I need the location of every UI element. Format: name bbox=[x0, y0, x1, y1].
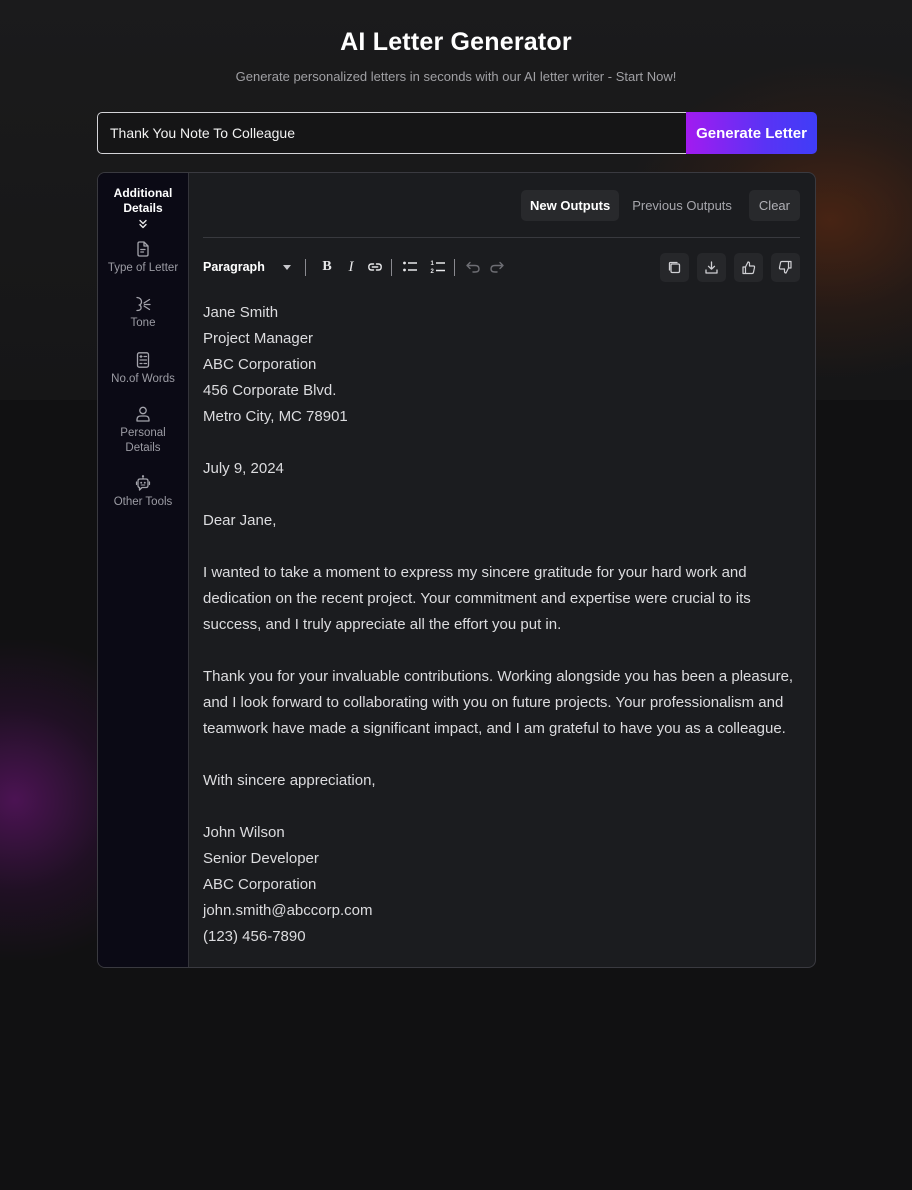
bold-button[interactable]: B bbox=[315, 255, 339, 279]
recipient-title: Project Manager bbox=[203, 330, 314, 347]
output-tabs: New Outputs Previous Outputs Clear bbox=[521, 190, 800, 221]
divider bbox=[203, 237, 800, 238]
toolbar-separator bbox=[454, 258, 455, 276]
body-paragraph-2-line-1: Thank you for your invaluable contributi… bbox=[203, 668, 794, 685]
sender-name: John Wilson bbox=[203, 824, 285, 841]
undo-button[interactable] bbox=[461, 255, 485, 279]
sidebar-heading-line1: Additional bbox=[113, 186, 173, 200]
block-type-select[interactable]: Paragraph bbox=[203, 260, 295, 274]
sidebar-heading[interactable]: Additional Details bbox=[114, 186, 173, 216]
page-title: AI Letter Generator bbox=[340, 28, 572, 56]
bold-icon: B bbox=[322, 259, 332, 274]
generated-letter[interactable]: Jane Smith Project Manager ABC Corporati… bbox=[203, 300, 803, 950]
body-paragraph-1-line-3: success, and I truly appreciate all the … bbox=[203, 616, 562, 633]
prompt-bar: Generate Letter bbox=[97, 112, 817, 154]
body-paragraph-1-line-1: I wanted to take a moment to express my … bbox=[203, 564, 747, 581]
sidebar-item-label: No.of Words bbox=[111, 373, 175, 385]
generate-letter-button[interactable]: Generate Letter bbox=[686, 112, 817, 154]
tone-icon bbox=[136, 296, 151, 312]
download-button[interactable] bbox=[697, 252, 726, 282]
undo-icon bbox=[466, 261, 480, 273]
additional-details-sidebar: Additional Details Type of Letter Tone N… bbox=[98, 173, 189, 967]
sidebar-item-label: Other Tools bbox=[113, 496, 173, 508]
sidebar-item-other-tools[interactable]: Other Tools bbox=[98, 474, 189, 510]
bullet-list-button[interactable] bbox=[398, 255, 422, 279]
redo-button[interactable] bbox=[485, 255, 509, 279]
toolbar-separator bbox=[391, 258, 392, 276]
recipient-street: 456 Corporate Blvd. bbox=[203, 382, 337, 399]
thumbs-up-button[interactable] bbox=[734, 252, 763, 282]
italic-button[interactable]: I bbox=[339, 255, 363, 279]
italic-icon: I bbox=[348, 258, 354, 275]
document-icon bbox=[137, 241, 149, 257]
recipient-city: Metro City, MC 78901 bbox=[203, 408, 348, 425]
sidebar-item-type-of-letter[interactable]: Type of Letter bbox=[98, 240, 189, 276]
sidebar-item-label-line2: Details bbox=[125, 442, 161, 454]
toolbar-separator bbox=[305, 258, 306, 276]
sidebar-item-label-line1: Personal bbox=[120, 427, 166, 439]
sidebar-item-tone[interactable]: Tone bbox=[98, 295, 189, 331]
bullet-list-icon bbox=[403, 261, 417, 272]
svg-text:1: 1 bbox=[431, 261, 435, 267]
sender-company: ABC Corporation bbox=[203, 876, 317, 893]
sender-phone: (123) 456-7890 bbox=[203, 928, 306, 945]
sidebar-heading-line2: Details bbox=[123, 201, 163, 215]
clear-button[interactable]: Clear bbox=[748, 190, 800, 221]
editor-toolbar: Paragraph B I 1 2 bbox=[203, 252, 800, 282]
salutation: Dear Jane, bbox=[203, 512, 277, 529]
page-subtitle: Generate personalized letters in seconds… bbox=[235, 69, 677, 84]
sidebar-item-personal-details[interactable]: Personal Details bbox=[98, 405, 189, 456]
closing: With sincere appreciation, bbox=[203, 772, 376, 789]
thumbs-up-icon bbox=[742, 260, 756, 274]
redo-icon bbox=[490, 261, 504, 273]
sidebar-item-label: Type of Letter bbox=[107, 262, 179, 274]
tab-new-outputs[interactable]: New Outputs bbox=[521, 190, 620, 221]
numbered-list-button[interactable]: 1 2 bbox=[426, 255, 450, 279]
robot-icon bbox=[135, 475, 151, 491]
recipient-name: Jane Smith bbox=[203, 304, 279, 321]
sender-email: john.smith@abccorp.com bbox=[203, 902, 373, 919]
block-type-value: Paragraph bbox=[203, 260, 265, 274]
body-paragraph-1-line-2: dedication on the recent project. Your c… bbox=[203, 590, 751, 607]
sender-title: Senior Developer bbox=[203, 850, 319, 867]
sidebar-item-label: Personal Details bbox=[120, 426, 165, 456]
numbered-list-icon: 1 2 bbox=[431, 261, 445, 275]
caret-down-icon bbox=[283, 264, 291, 270]
tab-previous-outputs[interactable]: Previous Outputs bbox=[623, 190, 741, 221]
link-button[interactable] bbox=[363, 255, 387, 279]
copy-button[interactable] bbox=[660, 252, 689, 282]
download-icon bbox=[705, 260, 718, 274]
body-paragraph-2-line-2: and I look forward to collaborating with… bbox=[203, 694, 784, 711]
output-actions bbox=[660, 252, 800, 282]
chevrons-down-icon[interactable] bbox=[137, 218, 149, 230]
letter-topic-input[interactable] bbox=[97, 112, 686, 154]
recipient-company: ABC Corporation bbox=[203, 356, 317, 373]
svg-text:2: 2 bbox=[431, 269, 435, 275]
sidebar-item-label: Tone bbox=[130, 317, 156, 329]
letter-date: July 9, 2024 bbox=[203, 460, 284, 477]
link-icon bbox=[368, 263, 382, 271]
body-paragraph-2-line-3: teamwork have made a significant impact,… bbox=[203, 720, 786, 737]
user-icon bbox=[136, 406, 150, 422]
sidebar-item-number-of-words[interactable]: No.of Words bbox=[98, 351, 189, 387]
thumbs-down-button[interactable] bbox=[771, 252, 800, 282]
copy-icon bbox=[668, 261, 681, 273]
thumbs-down-icon bbox=[778, 260, 792, 274]
word-count-icon bbox=[136, 352, 150, 368]
